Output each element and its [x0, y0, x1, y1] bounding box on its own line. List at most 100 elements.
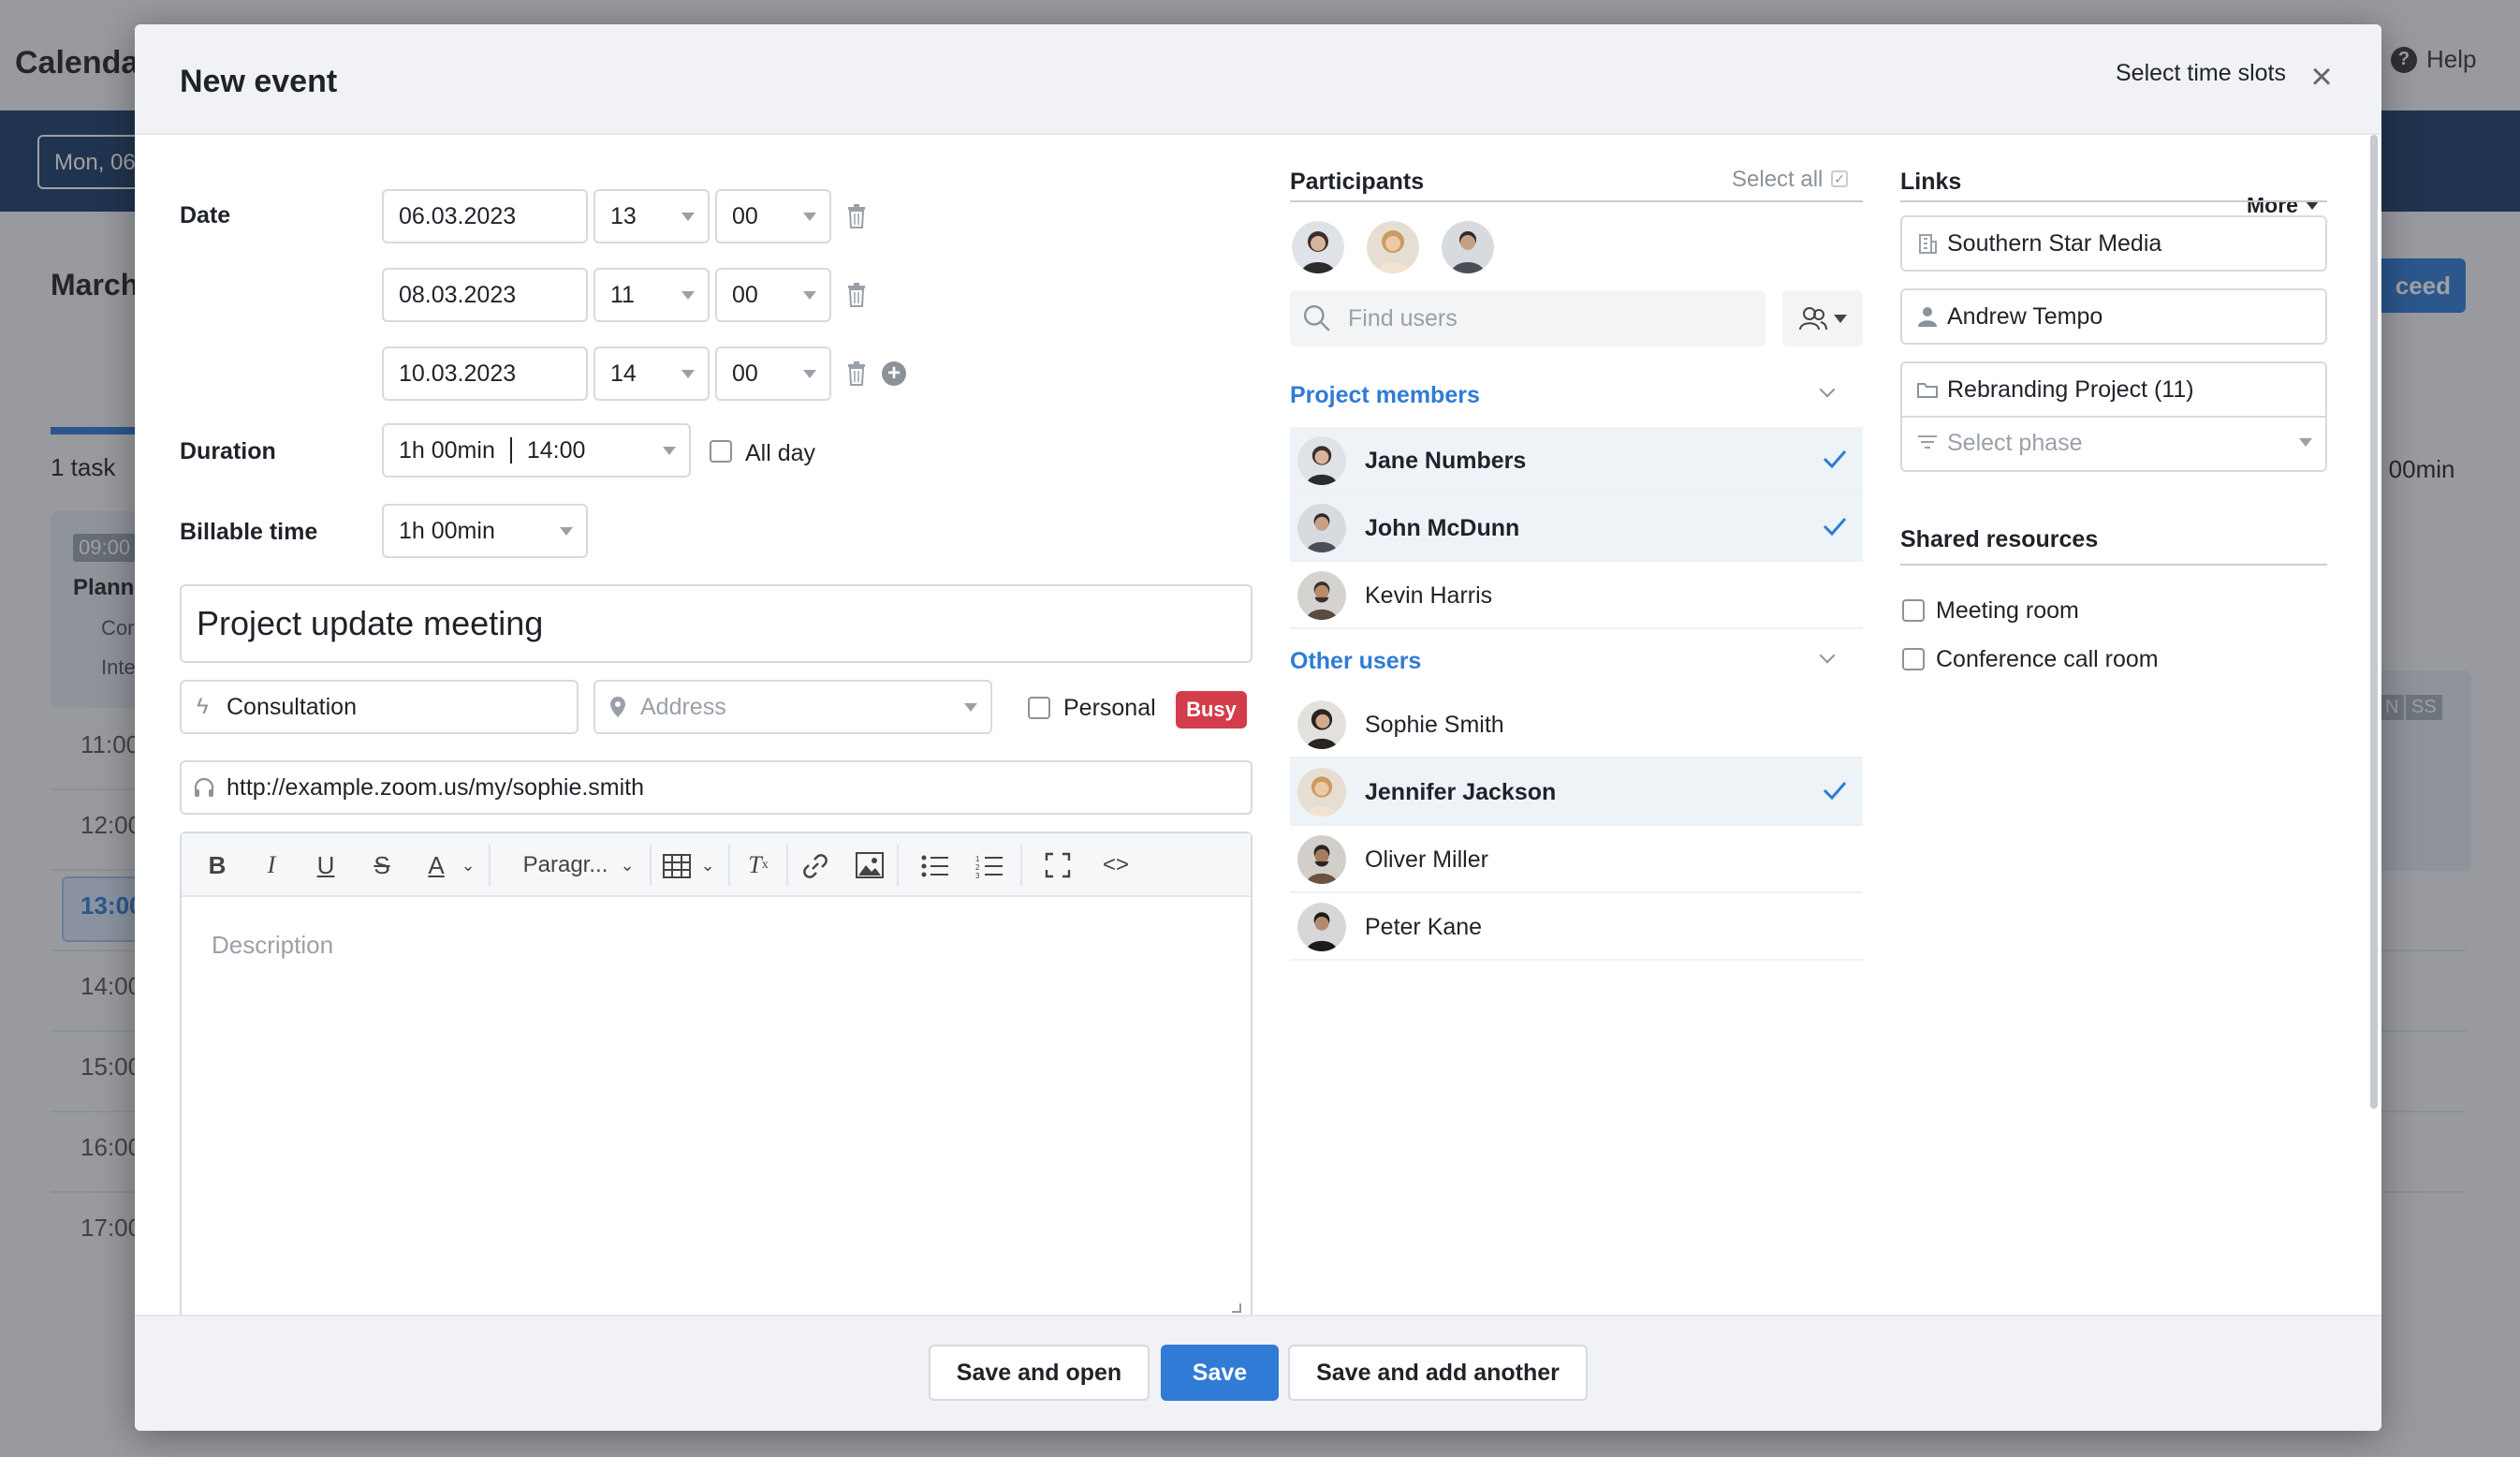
chevron-down-icon[interactable]: ⌄ [618, 848, 637, 882]
billable-time-select[interactable]: 1h 00min [382, 504, 588, 558]
participant-name: Jennifer Jackson [1365, 779, 1557, 805]
participant-row-john-mcdunn[interactable]: John McDunn [1290, 494, 1863, 562]
table-icon[interactable] [663, 854, 691, 878]
duration-end-value: 14:00 [526, 436, 586, 464]
dialog-title: New event [180, 64, 338, 99]
paragraph-style-select[interactable]: Paragr... [500, 848, 631, 882]
hour-select-2[interactable]: 11 [593, 268, 710, 322]
save-and-open-button[interactable]: Save and open [929, 1345, 1150, 1401]
chevron-down-icon[interactable]: ⌄ [698, 848, 717, 882]
all-day-checkbox[interactable] [710, 440, 732, 463]
avatar [1297, 903, 1346, 951]
hour-select-3[interactable]: 14 [593, 346, 710, 401]
toolbar-separator [728, 845, 730, 886]
source-code-icon[interactable]: <> [1099, 848, 1133, 882]
strikethrough-icon[interactable]: S [365, 848, 399, 882]
select-all-check-icon[interactable]: ✓ [1831, 170, 1848, 187]
minute-select-3[interactable]: 00 [715, 346, 831, 401]
caret-down-icon [803, 370, 816, 378]
underline-icon[interactable]: U [309, 848, 343, 882]
resize-handle[interactable] [1232, 1303, 1241, 1313]
conference-call-room-label: Conference call room [1936, 646, 2159, 672]
avatar [1297, 700, 1346, 749]
save-and-add-another-button[interactable]: Save and add another [1288, 1345, 1588, 1401]
selected-participant-avatar[interactable] [1292, 221, 1344, 273]
image-icon[interactable] [856, 852, 884, 878]
duration-select[interactable]: 1h 00min 14:00 [382, 423, 691, 478]
project-members-title[interactable]: Project members [1290, 382, 1480, 409]
address-select[interactable]: Address [593, 680, 992, 734]
caret-down-icon [2299, 438, 2312, 447]
italic-icon[interactable]: I [255, 848, 288, 882]
links-divider [1900, 200, 2327, 202]
find-users-placeholder: Find users [1348, 305, 1458, 331]
minute-select-2[interactable]: 00 [715, 268, 831, 322]
select-all-link[interactable]: Select all [1732, 167, 1823, 193]
event-type-select[interactable]: ϟ Consultation [180, 680, 579, 734]
bold-icon[interactable]: B [200, 848, 234, 882]
company-link-field[interactable]: Southern Star Media [1900, 215, 2327, 272]
personal-checkbox[interactable] [1028, 697, 1050, 719]
editor-toolbar: B I U S A ⌄ Paragr... ⌄ ⌄ Tx 123 <> [182, 833, 1251, 897]
selected-participant-avatar[interactable] [1442, 221, 1494, 273]
caret-down-icon [964, 703, 977, 712]
add-date-icon[interactable]: + [882, 361, 906, 386]
clear-formatting-icon[interactable]: Tx [741, 848, 775, 882]
description-placeholder[interactable]: Description [212, 931, 333, 960]
participant-row-jennifer-jackson[interactable]: Jennifer Jackson [1290, 758, 1863, 826]
fullscreen-icon[interactable] [1045, 852, 1071, 878]
caret-down-icon [560, 527, 573, 536]
more-dropdown[interactable]: More [2247, 193, 2319, 218]
dialog-scrollbar[interactable] [2370, 135, 2378, 1109]
chevron-down-icon[interactable] [1819, 647, 1836, 664]
selected-participant-avatar[interactable] [1367, 221, 1419, 273]
participant-row-oliver-miller[interactable]: Oliver Miller [1290, 826, 1863, 893]
chevron-down-icon[interactable] [1819, 381, 1836, 398]
trash-icon[interactable] [846, 361, 867, 386]
address-placeholder: Address [640, 693, 726, 720]
close-icon[interactable]: × [2303, 58, 2340, 96]
other-users-title[interactable]: Other users [1290, 648, 1421, 675]
building-icon [1919, 234, 1937, 254]
save-button[interactable]: Save [1161, 1345, 1279, 1401]
participant-row-sophie-smith[interactable]: Sophie Smith [1290, 691, 1863, 758]
trash-icon[interactable] [846, 204, 867, 228]
contact-link-field[interactable]: Andrew Tempo [1900, 288, 2327, 345]
find-users-input[interactable]: Find users [1290, 290, 1765, 346]
participant-row-peter-kane[interactable]: Peter Kane [1290, 893, 1863, 961]
check-icon [1823, 518, 1847, 537]
user-groups-button[interactable] [1782, 290, 1863, 346]
link-icon[interactable] [801, 852, 829, 880]
date-value: 08.03.2023 [399, 281, 517, 308]
trash-icon[interactable] [846, 283, 867, 307]
select-time-slots-link[interactable]: Select time slots [2116, 60, 2286, 87]
date-input-1[interactable]: 06.03.2023 [382, 189, 588, 243]
event-title-input[interactable]: Project update meeting [180, 584, 1253, 663]
participant-row-kevin-harris[interactable]: Kevin Harris [1290, 562, 1863, 629]
minute-select-1[interactable]: 00 [715, 189, 831, 243]
meeting-url-input[interactable]: http://example.zoom.us/my/sophie.smith [180, 760, 1253, 815]
toolbar-separator [897, 845, 899, 886]
date-input-2[interactable]: 08.03.2023 [382, 268, 588, 322]
hour-value: 13 [610, 202, 637, 229]
contact-value: Andrew Tempo [1947, 302, 2103, 330]
numbered-list-icon[interactable]: 123 [975, 854, 1004, 878]
hour-value: 14 [610, 360, 637, 387]
minute-value: 00 [732, 281, 758, 308]
participant-name: Peter Kane [1365, 914, 1483, 940]
project-link-field[interactable]: Rebranding Project (11) [1900, 361, 2327, 418]
hour-select-1[interactable]: 13 [593, 189, 710, 243]
caret-down-icon [681, 370, 695, 378]
avatar [1297, 436, 1346, 485]
text-color-icon[interactable]: A [419, 848, 453, 882]
bullet-list-icon[interactable] [921, 854, 949, 878]
conference-call-room-checkbox[interactable] [1902, 648, 1925, 670]
phase-select[interactable]: Select phase [1900, 416, 2327, 472]
all-day-label: All day [745, 440, 816, 466]
meeting-room-checkbox[interactable] [1902, 599, 1925, 622]
participant-row-jane-numbers[interactable]: Jane Numbers [1290, 427, 1863, 494]
busy-badge[interactable]: Busy [1176, 691, 1247, 728]
date-input-3[interactable]: 10.03.2023 [382, 346, 588, 401]
shared-resources-header: Shared resources [1900, 526, 2099, 552]
chevron-down-icon[interactable]: ⌄ [459, 848, 477, 882]
